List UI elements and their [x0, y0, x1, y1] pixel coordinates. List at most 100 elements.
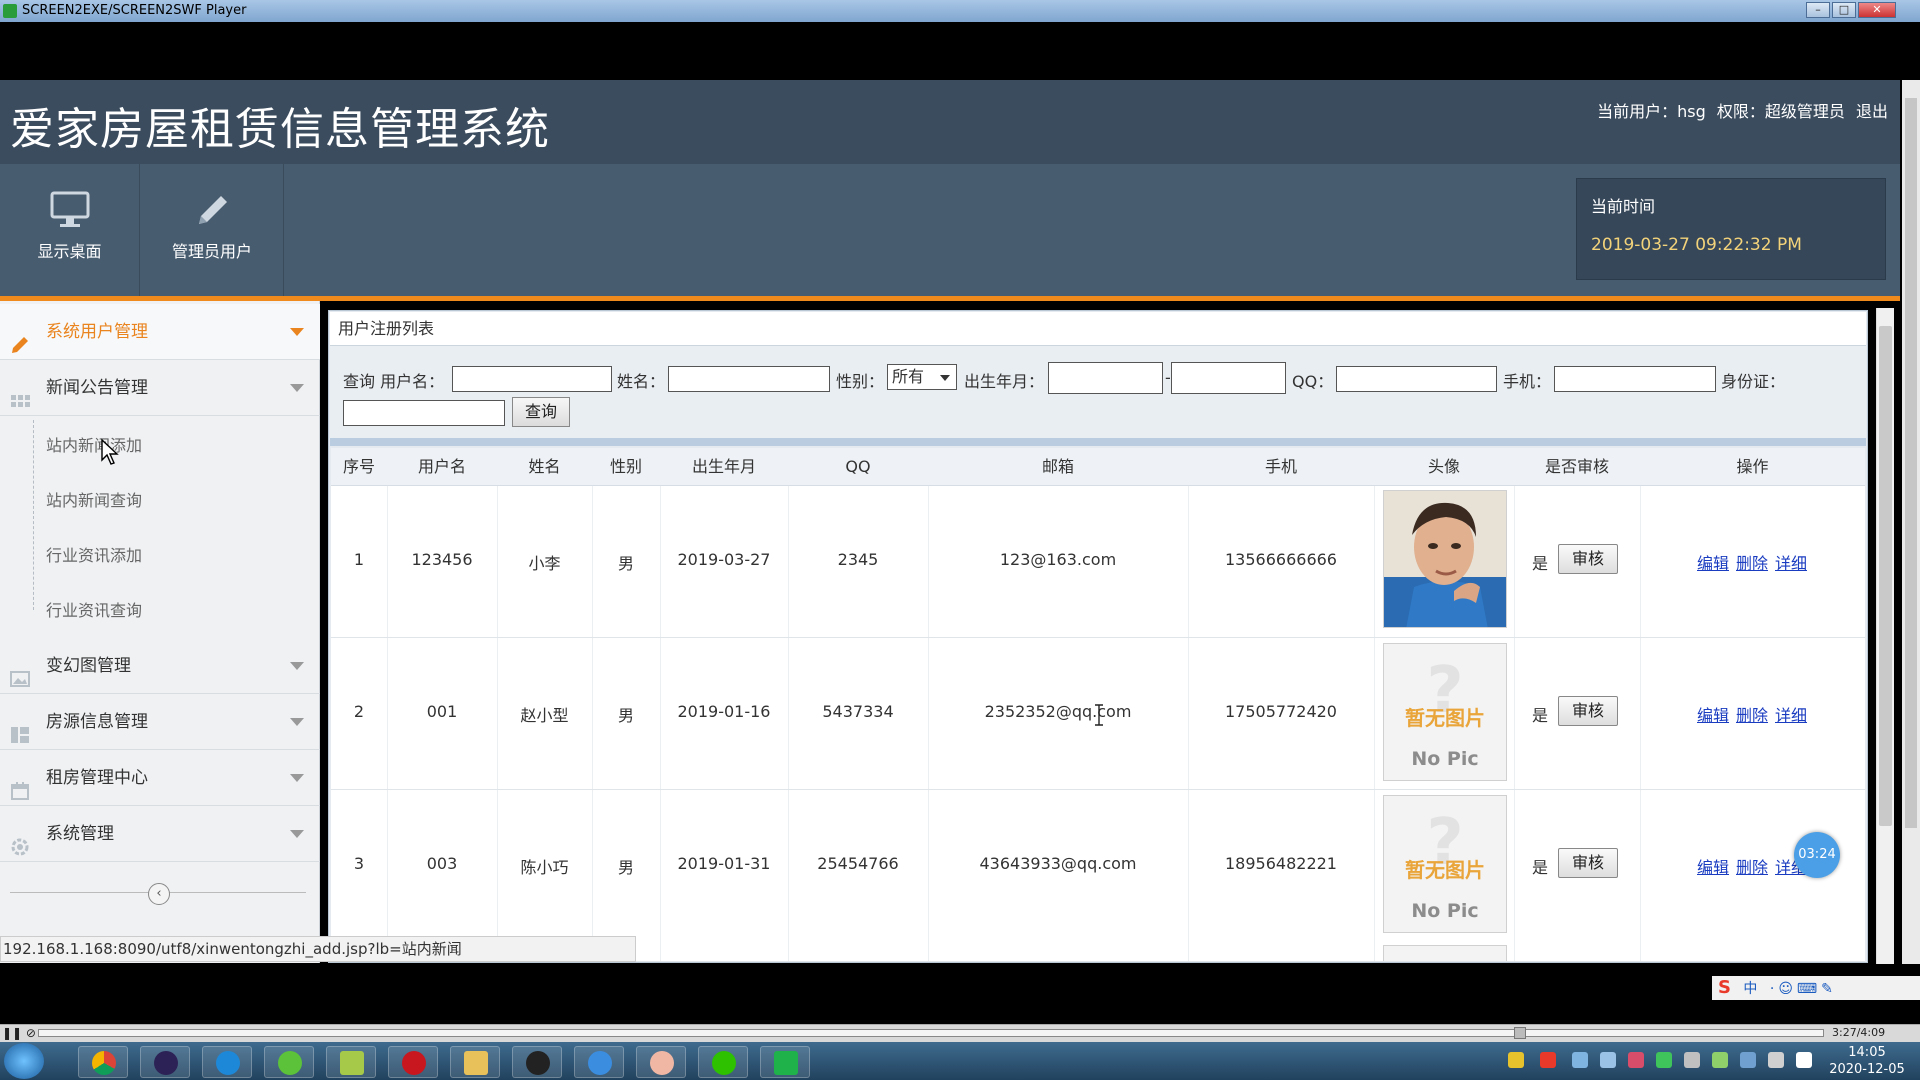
col-header-email: 邮箱 [1041, 457, 1074, 476]
sidebar-item-listings[interactable]: 房源信息管理 [0, 694, 320, 750]
sidebar-subitem-news-query[interactable]: 站内新闻查询 [46, 487, 142, 511]
col-header-no: 序号 [342, 457, 375, 476]
cell-no: 2 [353, 702, 365, 721]
avatar-placeholder: ? 暂无图片 No Pic [1383, 643, 1507, 781]
chevron-down-icon [290, 830, 304, 838]
cell-email: 43643933@qq.com [979, 854, 1137, 873]
sidebar-item-system[interactable]: 系统管理 [0, 806, 320, 862]
table-scrollbar-thumb[interactable] [1879, 326, 1892, 826]
cell-sex: 男 [617, 706, 634, 725]
tray-shield-icon[interactable] [1600, 1052, 1616, 1068]
maximize-button[interactable]: □ [1832, 2, 1856, 18]
current-user: 当前用户：hsg [1597, 102, 1706, 121]
birth-range-dash: - [1165, 368, 1171, 387]
flash-icon[interactable] [388, 1046, 438, 1078]
app-title: 爱家房屋租赁信息管理系统 [10, 104, 550, 155]
nopic-text-en: No Pic [1411, 748, 1479, 770]
screen-recorder-icon[interactable] [760, 1046, 810, 1078]
delete-link[interactable]: 删除 [1736, 550, 1768, 574]
chrome-icon[interactable] [78, 1046, 128, 1078]
edit-link[interactable]: 编辑 [1697, 854, 1729, 878]
name-label: 姓名： [617, 372, 666, 391]
page-scrollbar-thumb[interactable] [1905, 98, 1917, 828]
avatar-placeholder: ? 暂无图片 No Pic [1383, 795, 1507, 933]
cell-phone: 13566666666 [1225, 550, 1337, 569]
cell-username: 003 [426, 854, 458, 873]
delete-link[interactable]: 删除 [1736, 702, 1768, 726]
start-button[interactable] [4, 1043, 44, 1079]
seek-track[interactable] [38, 1029, 1824, 1037]
qq-icon[interactable] [512, 1046, 562, 1078]
tray-icon[interactable] [1508, 1052, 1524, 1068]
delete-link[interactable]: 删除 [1736, 854, 1768, 878]
id-input[interactable] [343, 400, 505, 426]
col-header-phone: 手机 [1264, 457, 1297, 476]
tray-sogou-icon[interactable] [1540, 1052, 1556, 1068]
sidebar-collapse-button[interactable]: ‹ [148, 883, 170, 905]
logout-link[interactable]: 退出 [1856, 102, 1888, 121]
browser-icon[interactable] [202, 1046, 252, 1078]
chevron-down-icon [290, 384, 304, 392]
cell-no: 1 [353, 550, 365, 569]
phone-input[interactable] [1554, 366, 1716, 392]
edit-link[interactable]: 编辑 [1697, 550, 1729, 574]
tray-icon[interactable] [1712, 1052, 1728, 1068]
cell-name: 赵小型 [520, 706, 569, 725]
audit-button[interactable]: 审核 [1558, 848, 1618, 878]
tray-icon[interactable] [1572, 1052, 1588, 1068]
tray-icon[interactable] [1768, 1052, 1784, 1068]
search-button[interactable]: 查询 [512, 397, 570, 427]
qq-input[interactable] [1336, 366, 1497, 392]
detail-link[interactable]: 详细 [1775, 702, 1807, 726]
sidebar-item-system-users[interactable]: 系统用户管理 [0, 304, 320, 360]
cell-name: 陈小巧 [520, 858, 569, 877]
monitor-icon [49, 190, 91, 230]
sidebar-item-rental-center[interactable]: 租房管理中心 [0, 750, 320, 806]
sidebar-item-slideshow[interactable]: 变幻图管理 [0, 638, 320, 694]
birth-end-input[interactable] [1171, 362, 1286, 394]
chevron-down-icon [940, 375, 950, 381]
sex-select[interactable]: 所有 [887, 364, 957, 390]
username-input[interactable] [452, 366, 612, 392]
folder-icon[interactable] [450, 1046, 500, 1078]
nav-tile-admin[interactable]: 管理员用户 [141, 164, 284, 296]
minimize-button[interactable]: – [1806, 2, 1830, 18]
wechat-icon[interactable] [698, 1046, 748, 1078]
tray-network-icon[interactable] [1740, 1052, 1756, 1068]
col-header-avatar: 头像 [1427, 457, 1460, 476]
baidu-netdisk-icon[interactable] [574, 1046, 624, 1078]
ime-mode: 中 [1743, 981, 1762, 997]
nav-tile-desktop[interactable]: 显示桌面 [0, 164, 140, 296]
seek-knob[interactable] [1514, 1027, 1526, 1039]
sidebar-item-news[interactable]: 新闻公告管理 [0, 360, 320, 416]
taskbar-clock[interactable]: 14:05 2020-12-05 [1820, 1042, 1914, 1080]
notepad-icon[interactable] [326, 1046, 376, 1078]
close-button[interactable]: ✕ [1858, 2, 1896, 18]
detail-link[interactable]: 详细 [1775, 550, 1807, 574]
tray-icon[interactable] [1628, 1052, 1644, 1068]
tray-flag-icon[interactable] [1796, 1052, 1812, 1068]
tray-wechat-icon[interactable] [1656, 1052, 1672, 1068]
tray-volume-icon[interactable] [1684, 1052, 1700, 1068]
cell-audited: 是 [1531, 554, 1548, 573]
pause-icon[interactable]: ❚❚ ⊘ [2, 1026, 36, 1040]
cell-email: 2352352@qq.com [984, 702, 1132, 721]
cell-sex: 男 [617, 554, 634, 573]
avatar-app-icon[interactable] [636, 1046, 686, 1078]
calendar-icon [10, 768, 30, 800]
sidebar-subitem-news-add[interactable]: 站内新闻添加 [46, 432, 142, 456]
cell-phone: 18956482221 [1225, 854, 1337, 873]
avatar-placeholder-partial [1383, 945, 1507, 961]
sidebar-subitem-industry-query[interactable]: 行业资讯查询 [46, 597, 142, 621]
name-input[interactable] [668, 366, 830, 392]
edit-link[interactable]: 编辑 [1697, 702, 1729, 726]
ime-toolbar[interactable]: S 中 ·☺⌨✎ [1712, 976, 1920, 1000]
birth-start-input[interactable] [1048, 362, 1163, 394]
eclipse-icon[interactable] [140, 1046, 190, 1078]
sidebar-subitem-industry-add[interactable]: 行业资讯添加 [46, 542, 142, 566]
cell-birth: 2019-03-27 [677, 550, 771, 569]
leaf-app-icon[interactable] [264, 1046, 314, 1078]
audit-button[interactable]: 审核 [1558, 696, 1618, 726]
audit-button[interactable]: 审核 [1558, 544, 1618, 574]
gear-icon [10, 824, 30, 856]
